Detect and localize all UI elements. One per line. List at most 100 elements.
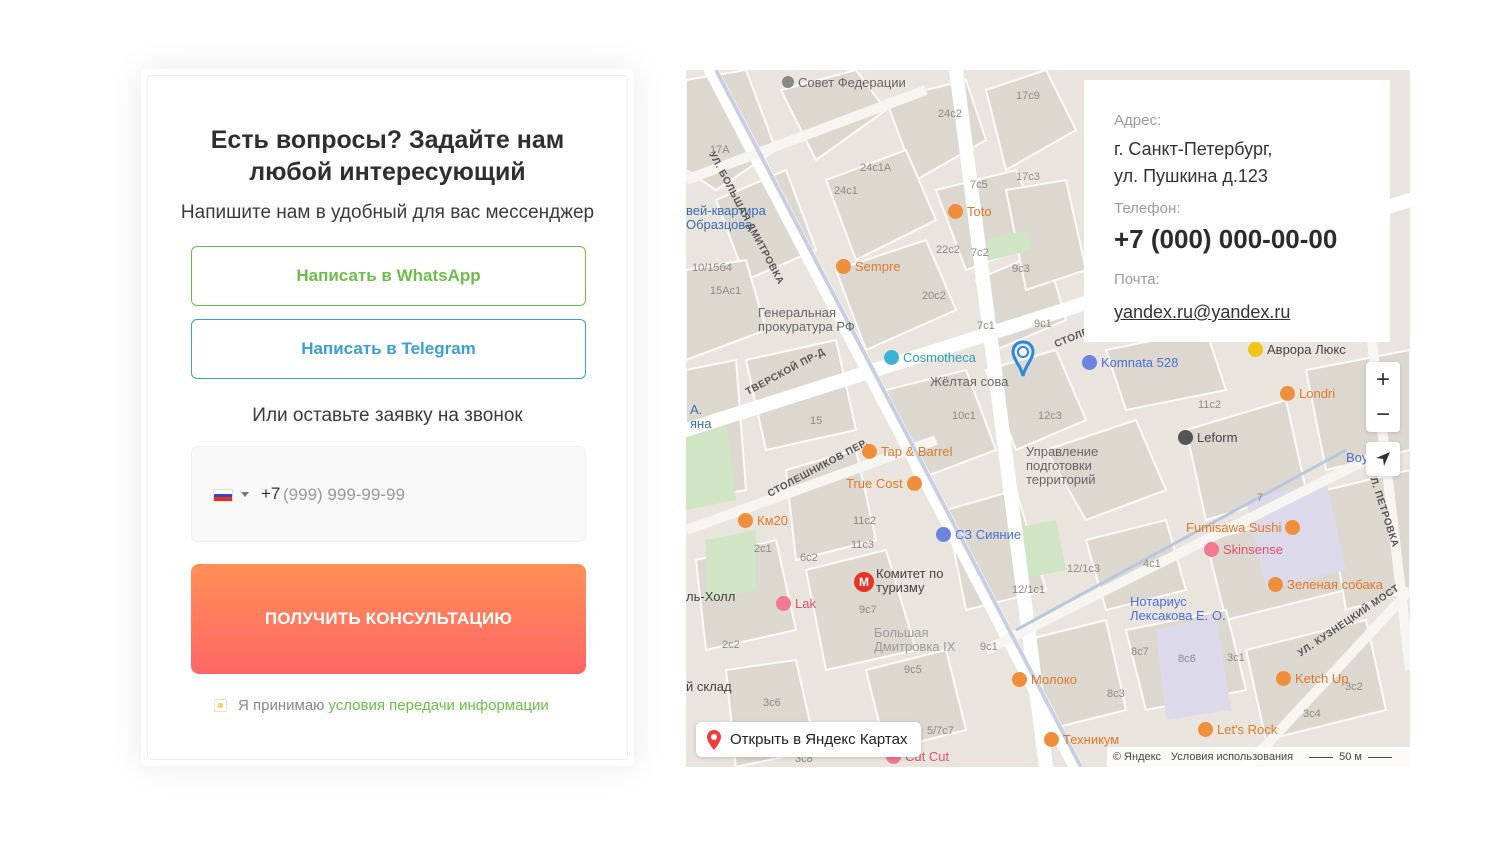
contact-form-card: Есть вопросы? Задайте нам любой интересу… [141, 69, 634, 766]
terms-of-use-link[interactable]: Условия использования [1171, 751, 1293, 763]
cafe-icon [1268, 577, 1283, 592]
poi-londri[interactable]: Londri [1280, 386, 1335, 401]
form-title-text: Есть вопросы? Задайте нам любой интересу… [210, 126, 565, 186]
poi-true-cost[interactable]: True Cost [846, 476, 926, 491]
scale-bar [1309, 756, 1334, 758]
house-number: 6c2 [800, 552, 818, 564]
poi-lets-rock[interactable]: Let's Rock [1198, 722, 1277, 737]
address-label: Адрес: [1114, 112, 1162, 129]
navigation-arrow-icon [1376, 452, 1390, 466]
house-number: 11c3 [851, 539, 875, 551]
get-consultation-button[interactable]: ПОЛУЧИТЬ КОНСУЛЬТАЦИЮ [191, 564, 586, 674]
contact-phone[interactable]: +7 (000) 000-00-00 [1114, 224, 1337, 255]
zoom-in-button[interactable]: + [1366, 362, 1400, 397]
consent-terms-link[interactable]: условия передачи информации [328, 697, 548, 714]
yandex-map[interactable]: 17c9 24c2 24c1А 24c1 17А 7c5 17c3 22c2 7… [686, 70, 1410, 767]
laundry-icon [1280, 386, 1295, 401]
poi-zelenaya-sobaka[interactable]: Зеленая собака [1268, 577, 1383, 592]
consent-row: Я принимаю условия передачи информации [214, 697, 549, 714]
restaurant-icon [836, 259, 851, 274]
yandex-copyright[interactable]: © Яндекс [1113, 751, 1161, 763]
poi-km20[interactable]: Км20 [738, 513, 788, 528]
label-sovet-federatsii: Совет Федерации [782, 75, 906, 90]
poi-lak[interactable]: Lak [776, 596, 816, 611]
beauty-icon [776, 596, 791, 611]
house-number: 9c7 [859, 604, 877, 616]
geolocation-button[interactable] [1366, 442, 1400, 476]
poi-sempre[interactable]: Sempre [836, 259, 901, 274]
house-number: 15Аc1 [710, 285, 742, 297]
form-title: Есть вопросы? Задайте нам любой интересу… [148, 124, 627, 188]
phone-input[interactable] [283, 480, 543, 510]
poi-fumisawa[interactable]: Fumisawa Sushi [1186, 520, 1304, 535]
house-number: 3c1 [1227, 652, 1245, 664]
house-number: 2c2 [722, 639, 740, 651]
poi-leform[interactable]: Leform [1178, 430, 1237, 445]
poi-siyanie[interactable]: СЗ Сияние [936, 527, 1021, 542]
poi-avrora[interactable]: Аврора Люкс [1248, 342, 1346, 357]
restaurant-icon [948, 204, 963, 219]
house-number: 5/7c7 [927, 725, 954, 737]
house-number: 9c1 [1034, 318, 1052, 330]
house-number: 11c2 [1198, 399, 1222, 411]
house-number: 12/1c1 [1012, 584, 1046, 596]
russia-flag-icon[interactable] [213, 489, 233, 502]
zoom-out-button[interactable]: − [1366, 397, 1400, 432]
house-number: 24c2 [938, 108, 962, 120]
house-number: 11c2 [853, 515, 877, 527]
whatsapp-button[interactable]: Написать в WhatsApp [191, 246, 586, 306]
beauty-icon [1204, 542, 1219, 557]
house-number: 4c1 [1143, 558, 1161, 570]
poi-moloko[interactable]: Молоко [1012, 672, 1077, 687]
house-number: 3c4 [1303, 708, 1321, 720]
label-kvartira: вей-квартира Образцова [686, 203, 766, 232]
country-dropdown-icon[interactable] [241, 492, 249, 497]
form-subtitle: Напишите нам в удобный для вас мессендже… [180, 202, 595, 223]
label-zheltaya-sova: Жёлтая сова [930, 374, 1009, 389]
sushi-icon [1285, 520, 1301, 535]
poi-ketch-up[interactable]: Ketch Up [1276, 671, 1348, 686]
bar-icon [862, 444, 877, 459]
poi-skinsense[interactable]: Skinsense [1204, 542, 1283, 557]
house-number: 17c3 [1016, 171, 1040, 183]
consent-checkbox[interactable] [214, 699, 227, 712]
telegram-button[interactable]: Написать в Telegram [191, 319, 586, 379]
poi-komnata[interactable]: Komnata 528 [1082, 355, 1178, 370]
house-number: 9c3 [1012, 263, 1030, 275]
bar-icon [1198, 722, 1213, 737]
label-komitet: Комитет по туризму [876, 566, 944, 595]
restaurant-icon [1276, 671, 1291, 686]
label-a-na: А. яна [690, 402, 712, 431]
house-number: 7c2 [971, 247, 989, 259]
open-in-yandex-maps-button[interactable]: Открыть в Яндекс Картах [696, 722, 922, 757]
poi-tekhnikum[interactable]: Техникум [1044, 732, 1119, 747]
address-line-1: г. Санкт-Петербург, [1114, 139, 1273, 159]
contact-email-link[interactable]: yandex.ru@yandex.ru [1114, 302, 1290, 323]
house-number: 17c9 [1016, 90, 1040, 102]
house-number: 9c5 [904, 664, 922, 676]
house-number: 7c1 [977, 320, 995, 332]
open-in-yandex-maps-label: Открыть в Яндекс Картах [730, 731, 908, 748]
house-number: 9c1 [980, 641, 998, 653]
poi-cosmotheca[interactable]: Cosmotheca [884, 350, 976, 365]
shop-icon [884, 350, 899, 365]
address-line-2: ул. Пушкина д.123 [1114, 166, 1268, 186]
restaurant-icon [1044, 732, 1059, 747]
consent-text: Я принимаю [238, 697, 325, 714]
poi-tap-barrel[interactable]: Tap & Barrel [862, 444, 953, 459]
phone-field[interactable]: +7 [191, 446, 586, 542]
label-bolshaya-dmitrovka: Большая Дмитровка IX [874, 625, 956, 654]
house-number: 7 [1257, 492, 1264, 504]
poi-toto[interactable]: Toto [948, 204, 992, 219]
metro-icon[interactable]: M [854, 572, 874, 592]
scale-bar [1368, 756, 1392, 758]
callback-prompt: Или оставьте заявку на звонок [252, 405, 523, 426]
cafe-icon [1012, 672, 1027, 687]
zoom-control: + − [1366, 362, 1400, 432]
house-number: 10/15б4 [692, 262, 732, 274]
house-number: 20c2 [922, 290, 946, 302]
restaurant-icon [738, 513, 753, 528]
house-number: 8c7 [1131, 646, 1149, 658]
location-pin-icon[interactable] [1011, 340, 1035, 378]
label-hall: ль-Холл [686, 589, 736, 604]
